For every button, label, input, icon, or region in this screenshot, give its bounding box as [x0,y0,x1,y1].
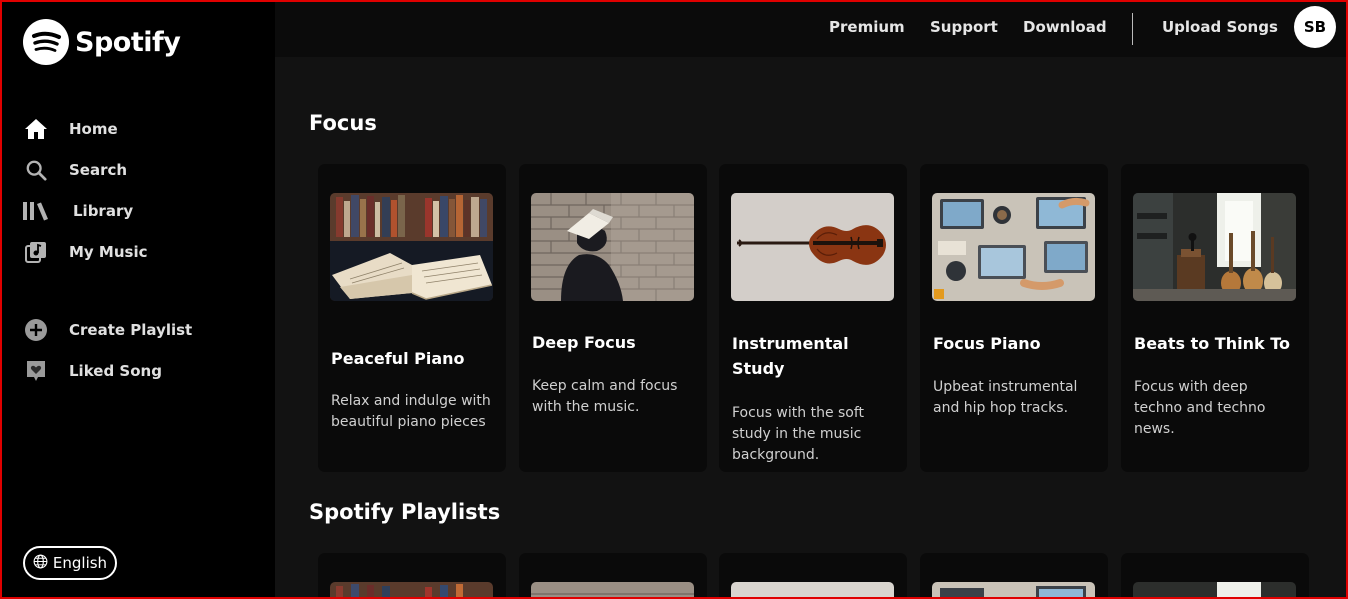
music-note-icon [22,238,50,266]
heart-icon [22,357,50,385]
nav-item-my-music[interactable]: My Music [22,231,262,272]
playlist-title: Instrumental Study [732,334,849,378]
playlist-cover-image [330,193,493,301]
upload-songs-link[interactable]: Upload Songs [1162,18,1278,36]
playlist-card[interactable]: Focus Piano Upbeat instrumental and hip … [920,164,1108,472]
playlist-card[interactable] [719,553,907,597]
playlist-card[interactable]: Deep Focus Keep calm and focus with the … [519,164,707,472]
section-title-focus: Focus [309,111,377,135]
playlist-title: Beats to Think To [1134,334,1290,353]
top-bar: Premium Support Download Upload Songs SB [275,2,1346,57]
section-title-spotify-playlists: Spotify Playlists [309,500,501,524]
library-icon [22,197,50,225]
playlist-cover-image [932,193,1095,301]
playlist-cover-image [932,582,1095,597]
language-label: English [52,554,108,572]
nav-item-search[interactable]: Search [22,149,262,190]
spotify-logo-icon [23,19,69,65]
playlist-card[interactable] [920,553,1108,597]
download-link[interactable]: Download [1023,18,1107,36]
spotify-logo[interactable]: Spotify [23,19,181,65]
avatar[interactable]: SB [1294,6,1336,48]
playlist-cover-image [1133,582,1296,597]
premium-link[interactable]: Premium [829,18,905,36]
playlist-description: Relax and indulge with beautiful piano p… [331,393,491,430]
playlist-description: Keep calm and focus with the music. [532,378,678,415]
playlist-card[interactable]: Instrumental Study Focus with the soft s… [719,164,907,472]
playlist-card[interactable]: Beats to Think To Focus with deep techno… [1121,164,1309,472]
support-link[interactable]: Support [930,18,998,36]
create-playlist-label: Create Playlist [69,320,193,339]
main-nav: Home Search Library My Music [22,108,262,272]
plus-circle-icon [22,316,50,344]
playlist-card[interactable] [1121,553,1309,597]
top-divider [1132,13,1133,45]
search-icon [22,156,50,184]
create-playlist-button[interactable]: Create Playlist [22,309,262,350]
home-icon [22,115,50,143]
playlist-cover-image [330,582,493,597]
playlist-cover-image [1133,193,1296,301]
globe-icon [33,554,48,573]
playlist-cover-image [531,193,694,301]
playlist-card[interactable]: Peaceful Piano Relax and indulge with be… [318,164,506,472]
playlist-actions: Create Playlist Liked Song [22,309,262,391]
brand-name: Spotify [75,26,181,58]
playlist-cover-image [731,193,894,301]
playlist-description: Focus with the soft study in the music b… [732,405,865,463]
playlist-cover-image [531,582,694,597]
nav-item-home[interactable]: Home [22,108,262,149]
playlist-title: Peaceful Piano [331,349,465,368]
liked-songs-label: Liked Song [69,361,162,380]
nav-label-search: Search [69,160,128,179]
language-button[interactable]: English [23,546,117,580]
nav-label-my-music: My Music [69,242,148,261]
liked-songs-button[interactable]: Liked Song [22,350,262,391]
playlist-card[interactable] [318,553,506,597]
playlist-description: Upbeat instrumental and hip hop tracks. [933,379,1078,416]
nav-item-library[interactable]: Library [22,190,262,231]
playlist-card[interactable] [519,553,707,597]
sidebar: Spotify Home Search Library My Music Cre… [2,2,275,597]
main-content: Focus Peaceful Piano Relax and indulge w… [275,57,1346,597]
playlist-description: Focus with deep techno and techno news. [1134,379,1266,437]
playlist-title: Focus Piano [933,334,1041,353]
nav-label-home: Home [69,119,118,138]
nav-label-library: Library [73,201,134,220]
playlist-title: Deep Focus [532,333,636,352]
playlist-cover-image [731,582,894,597]
